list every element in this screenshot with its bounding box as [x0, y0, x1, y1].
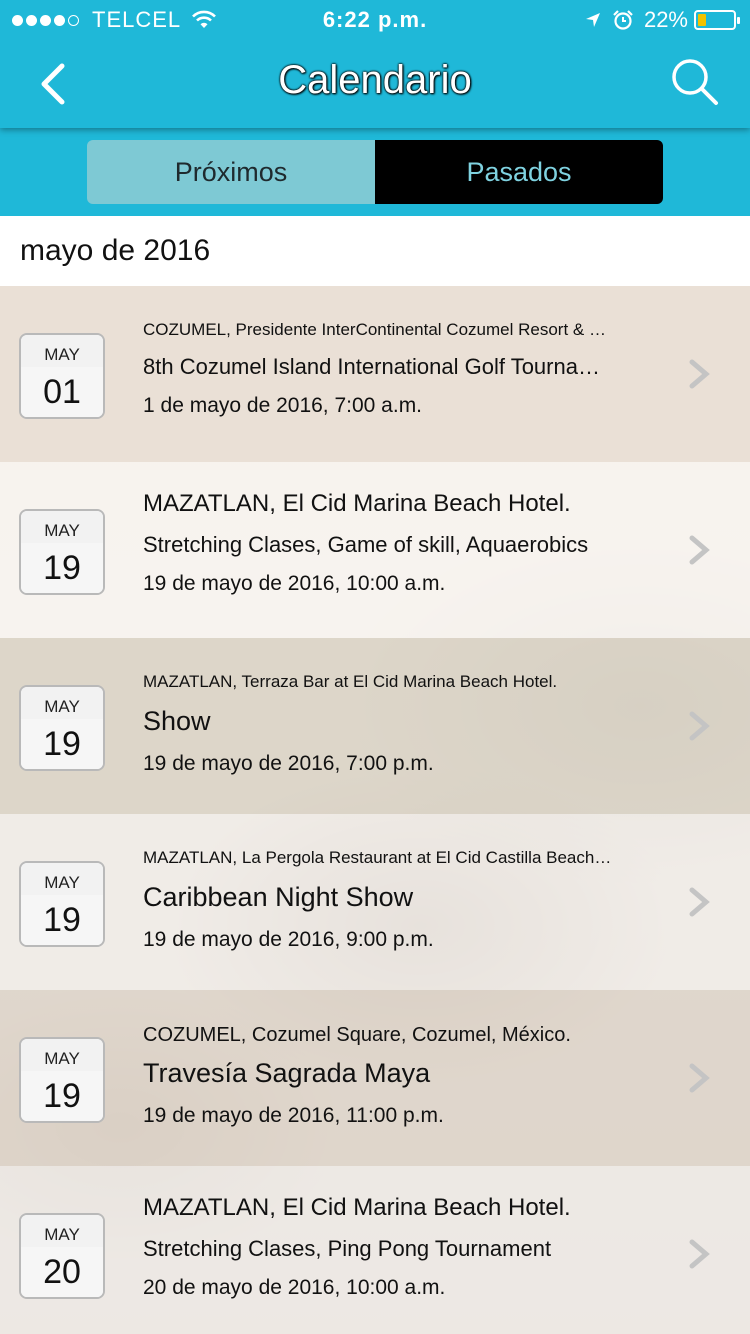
date-day: 19: [21, 895, 103, 945]
chevron-right-icon: [689, 1063, 710, 1093]
chevron-right-icon: [689, 711, 710, 741]
segmented-control: Próximos Pasados: [87, 140, 663, 204]
event-datetime: 20 de mayo de 2016, 10:00 a.m.: [143, 1276, 446, 1299]
date-day: 19: [21, 1071, 103, 1121]
date-badge: MAY 20: [19, 1213, 105, 1299]
page-title: Calendario: [278, 58, 472, 102]
event-title: Caribbean Night Show: [143, 882, 414, 912]
date-month: MAY: [21, 335, 103, 367]
navigation-bar: Calendario: [0, 40, 750, 128]
date-badge: MAY 19: [19, 861, 105, 947]
date-day: 01: [21, 367, 103, 417]
event-row[interactable]: MAY 20 MAZATLAN, El Cid Marina Beach Hot…: [0, 1166, 750, 1334]
event-location: MAZATLAN, La Pergola Restaurant at El Ci…: [143, 848, 613, 867]
status-bar: TELCEL 6:22 p.m. 22%: [0, 0, 750, 40]
battery-icon: [694, 10, 740, 30]
alarm-icon: [613, 10, 633, 30]
chevron-right-icon: [689, 1239, 710, 1269]
event-datetime: 19 de mayo de 2016, 10:00 a.m.: [143, 572, 446, 595]
event-datetime: 19 de mayo de 2016, 7:00 p.m.: [143, 752, 434, 775]
battery-percent: 22%: [643, 7, 688, 32]
date-month: MAY: [21, 511, 103, 543]
date-month: MAY: [21, 863, 103, 895]
date-day: 20: [21, 1247, 103, 1297]
event-list: MAY 01 COZUMEL, Presidente InterContinen…: [0, 286, 750, 1334]
chevron-right-icon: [689, 359, 710, 389]
event-location: MAZATLAN, Terraza Bar at El Cid Marina B…: [143, 672, 558, 691]
event-row[interactable]: MAY 19 MAZATLAN, El Cid Marina Beach Hot…: [0, 462, 750, 638]
date-badge: MAY 19: [19, 685, 105, 771]
date-month: MAY: [21, 1039, 103, 1071]
event-location: COZUMEL, Presidente InterContinental Coz…: [143, 320, 613, 339]
segment-past[interactable]: Pasados: [375, 140, 663, 204]
event-row[interactable]: MAY 19 MAZATLAN, Terraza Bar at El Cid M…: [0, 638, 750, 814]
section-header: mayo de 2016: [0, 216, 750, 286]
date-badge: MAY 19: [19, 1037, 105, 1123]
event-row[interactable]: MAY 01 COZUMEL, Presidente InterContinen…: [0, 286, 750, 462]
date-badge: MAY 01: [19, 333, 105, 419]
chevron-right-icon: [689, 887, 710, 917]
date-badge: MAY 19: [19, 509, 105, 595]
event-location: COZUMEL, Cozumel Square, Cozumel, México…: [143, 1024, 571, 1046]
event-row[interactable]: MAY 19 COZUMEL, Cozumel Square, Cozumel,…: [0, 990, 750, 1166]
date-month: MAY: [21, 687, 103, 719]
date-day: 19: [21, 719, 103, 769]
event-title: Stretching Clases, Ping Pong Tournament: [143, 1236, 552, 1261]
event-title: Show: [143, 706, 211, 736]
search-icon[interactable]: [670, 56, 720, 108]
event-row[interactable]: MAY 19 MAZATLAN, La Pergola Restaurant a…: [0, 814, 750, 990]
chevron-right-icon: [689, 535, 710, 565]
event-title: Travesía Sagrada Maya: [143, 1058, 431, 1088]
segmented-control-bar: Próximos Pasados: [0, 128, 750, 216]
event-datetime: 1 de mayo de 2016, 7:00 a.m.: [143, 394, 423, 417]
event-location: MAZATLAN, El Cid Marina Beach Hotel.: [143, 1194, 571, 1221]
date-day: 19: [21, 543, 103, 593]
event-datetime: 19 de mayo de 2016, 11:00 p.m.: [143, 1104, 444, 1127]
location-arrow-icon: [585, 13, 600, 27]
event-title: 8th Cozumel Island International Golf To…: [143, 354, 613, 379]
event-title: Stretching Clases, Game of skill, Aquaer…: [143, 532, 589, 557]
event-location: MAZATLAN, El Cid Marina Beach Hotel.: [143, 490, 571, 517]
date-month: MAY: [21, 1215, 103, 1247]
segment-upcoming[interactable]: Próximos: [87, 140, 375, 204]
event-datetime: 19 de mayo de 2016, 9:00 p.m.: [143, 928, 434, 951]
top-bar: TELCEL 6:22 p.m. 22% Calendario: [0, 0, 750, 128]
